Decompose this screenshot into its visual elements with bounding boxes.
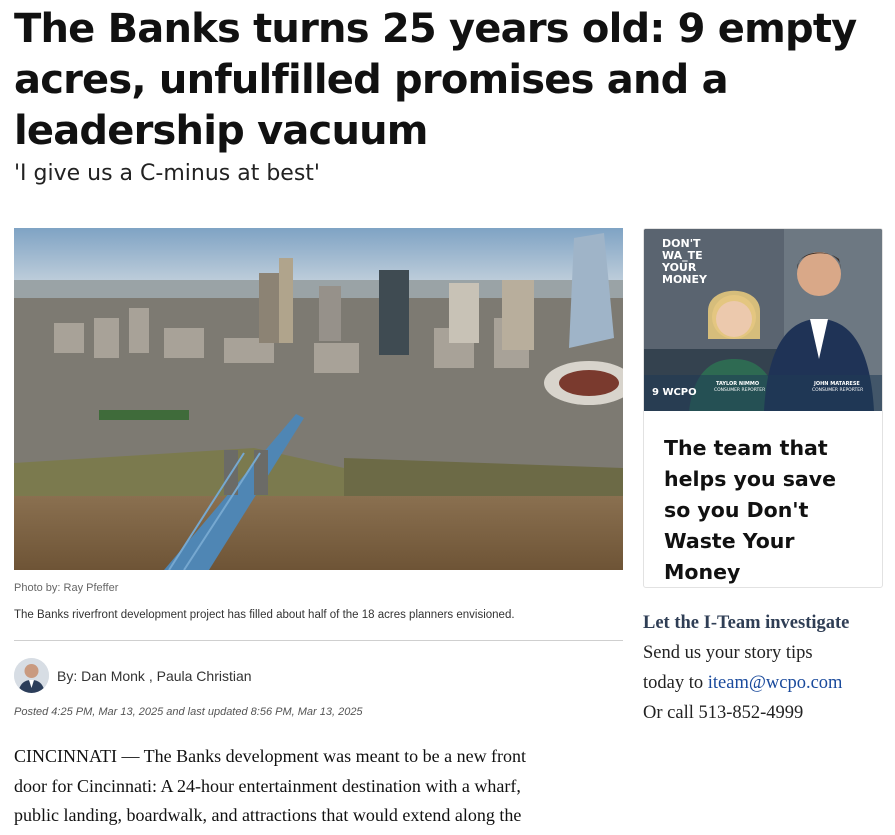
promo-image: DON'T WA_TE YOUR MONEY 9 WCPO TAYLOR NIM…	[644, 229, 882, 411]
photo-credit: Photo by: Ray Pfeffer	[14, 582, 119, 594]
wcpo-logo: 9 WCPO	[652, 387, 697, 398]
article-body: CINCINNATI — The Banks development was m…	[14, 742, 623, 831]
body-line: CINCINNATI — The Banks development was m…	[14, 746, 527, 766]
promo-person-right-role: CONSUMER REPORTER	[812, 387, 863, 393]
promo-card-text[interactable]: The team that helps you save so you Don'…	[644, 411, 882, 587]
byline-prefix: By:	[57, 667, 78, 684]
byline-authors[interactable]: Dan Monk , Paula Christian	[81, 668, 251, 684]
article-subheadline: 'I give us a C-minus at best'	[14, 161, 320, 186]
iteam-email-link[interactable]: iteam@wcpo.com	[708, 673, 843, 693]
iteam-line-1: Send us your story tips	[643, 643, 813, 663]
iteam-line-2: today to iteam@wcpo.com	[643, 668, 888, 698]
promo-person-left-name: TAYLOR NIMMO	[716, 381, 759, 387]
iteam-line-3: Or call 513-852-4999	[643, 703, 804, 723]
hero-photo[interactable]	[14, 228, 623, 570]
author-row: By: Dan Monk , Paula Christian	[14, 658, 252, 693]
hero-aerial-city-image	[14, 228, 623, 570]
promo-person-left-role: CONSUMER REPORTER	[714, 387, 765, 393]
body-line: public landing, boardwalk, and attractio…	[14, 805, 522, 825]
posted-timestamp: Posted 4:25 PM, Mar 13, 2025 and last up…	[14, 706, 363, 718]
promo-card-dont-waste-your-money[interactable]: DON'T WA_TE YOUR MONEY 9 WCPO TAYLOR NIM…	[643, 228, 883, 588]
author-avatar-image	[14, 658, 49, 693]
divider	[14, 640, 623, 641]
author-avatar[interactable]	[14, 658, 49, 693]
promo-person-right-name: JOHN MATARESE	[813, 381, 860, 387]
article-headline: The Banks turns 25 years old: 9 empty ac…	[14, 6, 857, 154]
iteam-title: Let the I-Team investigate	[643, 613, 850, 633]
photo-caption: The Banks riverfront development project…	[14, 609, 515, 621]
byline: By: Dan Monk , Paula Christian	[57, 668, 252, 684]
body-line: door for Cincinnati: A 24-hour entertain…	[14, 775, 521, 796]
iteam-line-2-prefix: today to	[643, 673, 708, 693]
iteam-block: Let the I-Team investigate Send us your …	[643, 608, 888, 728]
promo-badge-line: MONEY	[662, 273, 708, 286]
